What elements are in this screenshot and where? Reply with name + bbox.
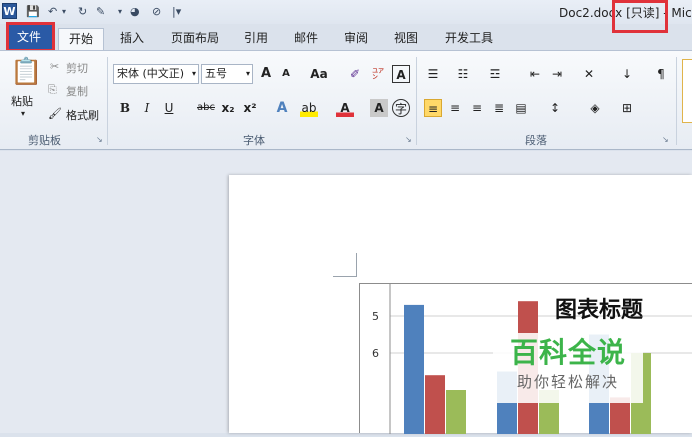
- cut-button[interactable]: 剪切: [66, 60, 88, 76]
- align-right-icon[interactable]: ≡: [468, 99, 486, 117]
- chart-bar[interactable]: [425, 375, 445, 437]
- undo-dropdown-icon[interactable]: ▾: [62, 4, 66, 19]
- borders-icon[interactable]: ⊞: [618, 99, 636, 117]
- customize-quick-access-icon[interactable]: |▾: [172, 4, 181, 19]
- bold-button[interactable]: B: [116, 99, 134, 117]
- change-case-button[interactable]: Aa: [307, 65, 331, 83]
- grow-font-button[interactable]: A: [257, 65, 275, 83]
- font-size-value: 五号: [205, 67, 227, 80]
- character-border-icon[interactable]: A: [392, 65, 410, 83]
- ribbon-tabs: 文件 开始 插入 页面布局 引用 邮件 审阅 视图 开发工具: [0, 24, 692, 50]
- clipboard-launcher-icon[interactable]: ↘: [96, 135, 103, 144]
- chevron-down-icon: ▾: [191, 69, 196, 78]
- tab-home[interactable]: 开始: [58, 28, 104, 50]
- paste-icon[interactable]: 📋: [10, 57, 42, 87]
- paste-dropdown-icon[interactable]: ▾: [21, 109, 25, 118]
- align-center-icon[interactable]: ≡: [446, 99, 464, 117]
- tab-insert[interactable]: 插入: [110, 28, 154, 50]
- align-left-icon[interactable]: ≡: [424, 99, 442, 117]
- increase-indent-icon[interactable]: ⇥: [548, 65, 566, 83]
- y-tick-label: 5: [372, 310, 379, 323]
- text-effects-icon[interactable]: A: [273, 99, 291, 117]
- highlight-color-icon[interactable]: ab: [300, 99, 318, 117]
- tab-view[interactable]: 视图: [386, 28, 426, 50]
- bullets-icon[interactable]: ☰: [424, 65, 442, 83]
- character-shading-icon[interactable]: A: [370, 99, 388, 117]
- ribbon: 📋 粘贴 ▾ ✂ 剪切 ⎘ 复制 🖌 格式刷 剪贴板 ↘ 宋体 (中文正) ▾ 五…: [0, 50, 692, 150]
- shading-icon[interactable]: ◈: [586, 99, 604, 117]
- font-color-icon[interactable]: A: [336, 99, 354, 117]
- font-family-select[interactable]: 宋体 (中文正) ▾: [113, 64, 199, 84]
- clear-icon[interactable]: ⊘: [152, 4, 161, 19]
- clipboard-group-label: 剪贴板: [28, 134, 61, 147]
- format-painter-icon[interactable]: 🖌: [48, 107, 62, 120]
- undo-icon[interactable]: ↶: [48, 4, 57, 19]
- chart-bar[interactable]: [446, 390, 466, 437]
- font-launcher-icon[interactable]: ↘: [405, 135, 412, 144]
- chevron-down-icon: ▾: [245, 69, 250, 78]
- clear-formatting-icon[interactable]: ✐: [346, 65, 364, 83]
- numbering-icon[interactable]: ☷: [454, 65, 472, 83]
- file-tab-highlight-box: [6, 22, 55, 52]
- strikethrough-button[interactable]: abc: [193, 99, 219, 117]
- tab-references[interactable]: 引用: [236, 28, 276, 50]
- group-separator: [107, 57, 108, 145]
- sort-icon[interactable]: ↓: [618, 65, 636, 83]
- phonetic-guide-icon[interactable]: ㍐: [369, 65, 387, 83]
- paragraph-group-label: 段落: [525, 134, 547, 147]
- watermark-main-text: 百科全说: [509, 336, 626, 369]
- paste-button[interactable]: 粘贴: [11, 93, 33, 109]
- decrease-indent-icon[interactable]: ⇤: [526, 65, 544, 83]
- underline-button[interactable]: U: [160, 99, 178, 117]
- copy-icon[interactable]: ⎘: [48, 83, 57, 97]
- styles-gallery[interactable]: [682, 59, 692, 123]
- quick-dropdown-icon[interactable]: ▾: [118, 4, 122, 19]
- enclose-characters-icon[interactable]: 字: [392, 99, 410, 117]
- title-bar: W 💾 ↶ ▾ ↻ ✎ ▾ ◕ ⊘ |▾ Doc2.docx [只读] - Mi…: [0, 0, 692, 24]
- font-family-value: 宋体 (中文正): [117, 67, 185, 80]
- cut-icon[interactable]: ✂: [50, 60, 59, 73]
- tab-mailings[interactable]: 邮件: [286, 28, 326, 50]
- show-hide-marks-icon[interactable]: ¶: [652, 65, 670, 83]
- subscript-button[interactable]: x₂: [219, 99, 237, 117]
- word-app-icon[interactable]: W: [2, 3, 17, 19]
- group-separator: [416, 57, 417, 145]
- watermark-sub-text: 助你轻松解决: [516, 373, 619, 391]
- font-size-select[interactable]: 五号 ▾: [201, 64, 253, 84]
- superscript-button[interactable]: x²: [241, 99, 259, 117]
- italic-button[interactable]: I: [138, 99, 156, 117]
- y-tick-label: 6: [372, 347, 379, 360]
- shrink-font-button[interactable]: A: [277, 65, 295, 83]
- tab-review[interactable]: 审阅: [336, 28, 376, 50]
- tab-page-layout[interactable]: 页面布局: [164, 28, 226, 50]
- watermark: 百科全说 助你轻松解决: [493, 333, 643, 403]
- tab-developer[interactable]: 开发工具: [436, 28, 502, 50]
- justify-icon[interactable]: ≣: [490, 99, 508, 117]
- group-separator: [676, 57, 677, 145]
- paragraph-launcher-icon[interactable]: ↘: [662, 135, 669, 144]
- font-group-label: 字体: [243, 134, 265, 147]
- format-painter-button[interactable]: 格式刷: [66, 107, 99, 123]
- line-spacing-icon[interactable]: ↕: [546, 99, 564, 117]
- multilevel-list-icon[interactable]: ☲: [486, 65, 504, 83]
- y-tick-label: 4: [372, 284, 379, 286]
- chart-bar[interactable]: [404, 304, 424, 437]
- chinese-layout-icon[interactable]: ✕: [580, 65, 598, 83]
- copy-button[interactable]: 复制: [66, 83, 88, 99]
- format-painter-quick-icon[interactable]: ✎: [96, 4, 105, 19]
- chart-title: 图表标题: [555, 297, 644, 323]
- distributed-icon[interactable]: ▤: [512, 99, 530, 117]
- color-wheel-icon[interactable]: ◕: [130, 4, 140, 19]
- redo-icon[interactable]: ↻: [78, 4, 87, 19]
- margin-corner-mark: [333, 253, 357, 277]
- save-icon[interactable]: 💾: [26, 4, 40, 19]
